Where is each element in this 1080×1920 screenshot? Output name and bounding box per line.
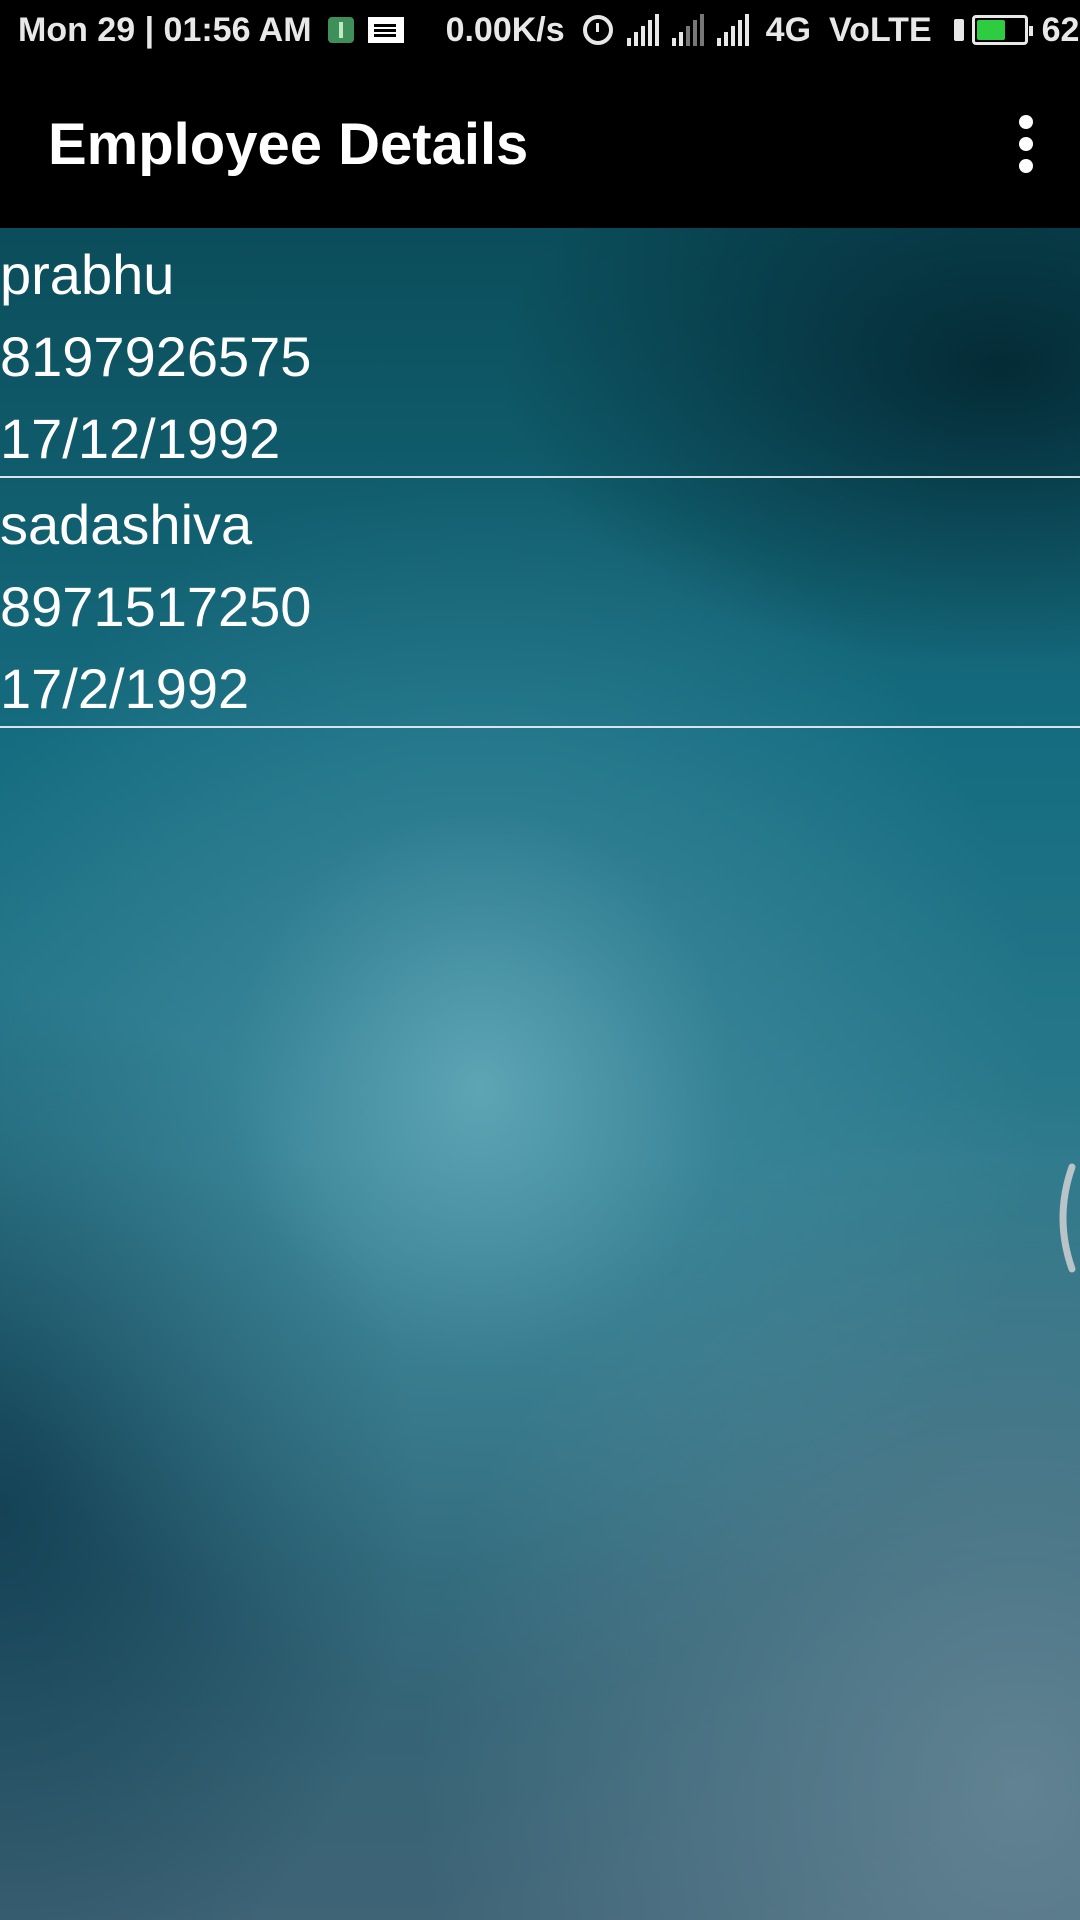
signal-strength-sim3-icon [716, 14, 752, 46]
list-item[interactable]: sadashiva 8971517250 17/2/1992 [0, 478, 1080, 728]
more-options-button[interactable] [986, 94, 1066, 194]
employee-dob: 17/12/1992 [0, 407, 281, 470]
alarm-icon [582, 15, 613, 45]
message-notification-icon [367, 17, 404, 43]
network-speed: 0.00K/s [445, 10, 565, 49]
more-vertical-icon [1019, 111, 1033, 177]
list-item[interactable]: prabhu 8197926575 17/12/1992 [0, 228, 1080, 478]
edge-swipe-handle[interactable] [1046, 1163, 1080, 1273]
employee-name: sadashiva [0, 493, 253, 556]
status-bar: Mon 29 | 01:56 AM 0.00K/s 4G VoLTE 62 [0, 0, 1080, 60]
signal-strength-icon [626, 14, 662, 46]
battery-level: 62 [1041, 10, 1080, 49]
signal-strength-sim2-icon [671, 14, 707, 46]
employee-dob: 17/2/1992 [0, 657, 250, 720]
app-bar: Employee Details [0, 60, 1080, 228]
employee-list[interactable]: prabhu 8197926575 17/12/1992 sadashiva 8… [0, 228, 1080, 1920]
employee-phone: 8971517250 [0, 575, 312, 638]
volte-indicator: VoLTE [829, 10, 932, 49]
usb-debug-icon [327, 17, 354, 43]
employee-name: prabhu [0, 243, 175, 306]
network-type: 4G [765, 10, 812, 49]
page-title: Employee Details [48, 111, 529, 177]
employee-phone: 8197926575 [0, 325, 312, 388]
charging-icon [953, 19, 964, 41]
status-datetime: Mon 29 | 01:56 AM [18, 10, 312, 49]
edge-handle-arc-icon [1059, 1163, 1076, 1273]
battery-icon [971, 15, 1033, 45]
